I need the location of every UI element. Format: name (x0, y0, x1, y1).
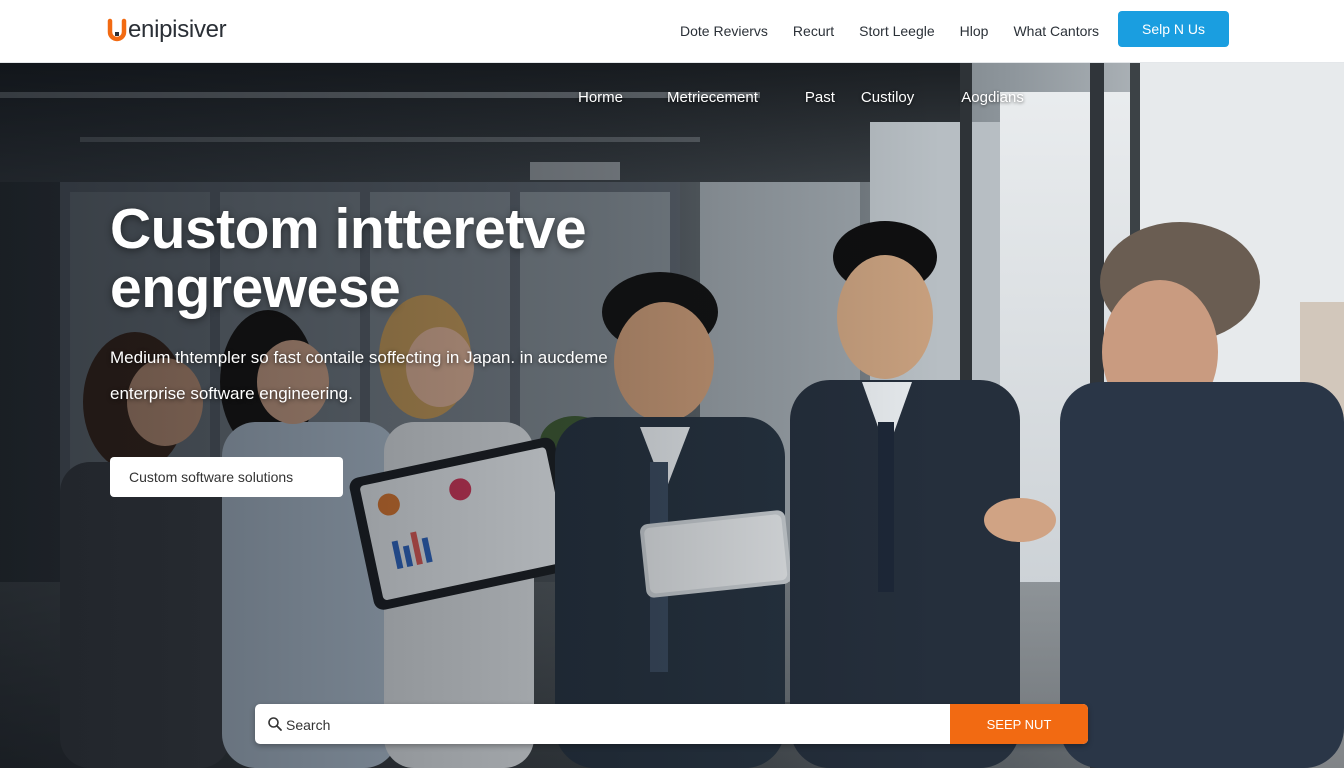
search-input[interactable] (284, 704, 948, 744)
hero-nav-item[interactable]: Past (805, 89, 835, 106)
search-bar: SEEP NUT (255, 704, 1088, 744)
hero-nav: Horme Metriecement Past Custiloy Aogdian… (578, 89, 1024, 106)
logo-text: enipisiver (128, 16, 227, 43)
hero-nav-item[interactable]: Aogdians (961, 89, 1024, 106)
top-nav-item[interactable]: Dote Reviervs (680, 23, 768, 39)
top-nav-item[interactable]: Recurt (793, 23, 834, 39)
logo-u-icon (107, 18, 127, 42)
site-header: enipisiver Dote Reviervs Recurt Stort Le… (0, 0, 1344, 63)
top-nav: Dote Reviervs Recurt Stort Leegle Hlop W… (680, 0, 1099, 62)
top-nav-item[interactable]: Hlop (960, 23, 989, 39)
hero-overlay (0, 62, 1344, 768)
top-nav-item[interactable]: What Cantors (1013, 23, 1099, 39)
hero-title: Custom intteretve engrewese (110, 197, 587, 320)
hero-nav-item[interactable]: Horme (578, 89, 623, 106)
solutions-input[interactable] (110, 457, 343, 497)
hero-section: Horme Metriecement Past Custiloy Aogdian… (0, 62, 1344, 768)
hero-nav-item[interactable]: Metriecement (667, 89, 758, 106)
search-submit-button[interactable]: SEEP NUT (950, 704, 1088, 744)
hero-description: Medium thtempler so fast contaile soffec… (110, 348, 608, 403)
search-icon (268, 717, 282, 731)
top-nav-item[interactable]: Stort Leegle (859, 23, 935, 39)
contact-cta-button[interactable]: Selp N Us (1118, 11, 1229, 47)
hero-nav-item[interactable]: Custiloy (861, 89, 914, 106)
logo[interactable]: enipisiver (107, 13, 227, 47)
